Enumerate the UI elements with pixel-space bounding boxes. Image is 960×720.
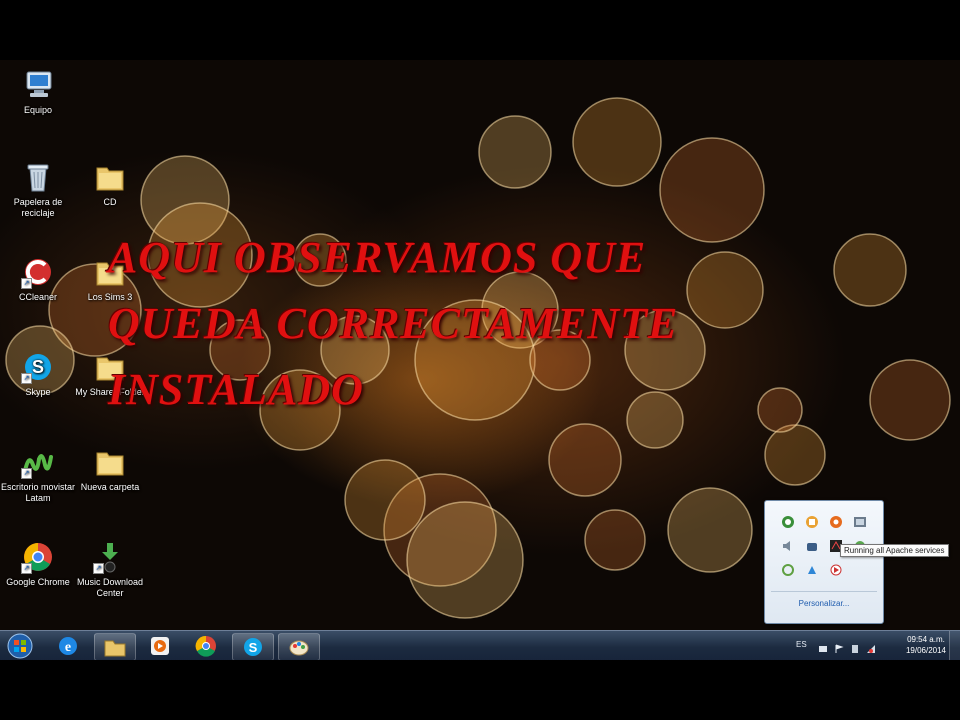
chrome-icon [195,635,216,657]
network-icon[interactable] [805,515,819,529]
clock-date: 19/06/2014 [905,646,946,655]
action-center-icon[interactable] [834,641,844,653]
shortcut-arrow-icon: ↗ [93,563,104,574]
start-button[interactable] [3,632,37,660]
desktop-icon-movistar[interactable]: ↗ Escritorio movistar Latam [0,445,76,504]
bokeh-circle [764,424,826,486]
language-indicator[interactable]: ES [796,640,807,649]
overlay-line: QUEDA CORRECTAMENTE [108,299,679,348]
bokeh-circle [406,501,524,619]
bokeh-circle [572,97,662,187]
computer-icon [21,68,55,102]
taskbar-chrome[interactable] [186,633,226,659]
desktop-icon-equipo[interactable]: Equipo [0,68,76,116]
shortcut-arrow-icon: ↗ [21,563,32,574]
customize-link[interactable]: Personalizar... [765,599,883,608]
desktop-icon-label: Skype [25,387,51,397]
tray-overflow-popup: Personalizar... [764,500,884,624]
desktop-icon-ccleaner[interactable]: ↗ CCleaner [0,255,76,303]
ccleaner-tray-icon[interactable] [805,563,819,577]
desktop-icon-label: Papelera de reciclaje [13,197,63,218]
svg-text:S: S [249,640,258,655]
desktop-icon-skype[interactable]: S ↗ Skype [0,350,76,398]
paint-icon [289,640,309,656]
desktop-icon-chrome[interactable]: ↗ Google Chrome [0,540,76,588]
clock-time: 09:54 a.m. [907,635,945,644]
desktop-icon-papelera[interactable]: Papelera de reciclaje [0,160,76,219]
system-clock[interactable]: 09:54 a.m. 19/06/2014 [906,634,946,656]
desktop-icon-label: Google Chrome [6,577,70,587]
chrome-icon: ↗ [21,540,55,574]
taskbar: e S ES 09:54 a.m. 19/06/2014 [0,630,960,660]
svg-text:e: e [65,640,71,655]
desktop-icon-label: Music Download Center [76,577,144,598]
ccleaner-icon: ↗ [21,255,55,289]
popup-divider [771,591,877,592]
desktop-icon-label: Nueva carpeta [80,482,140,492]
taskbar-skype[interactable]: S [232,633,274,660]
show-desktop-button[interactable] [949,631,960,660]
desktop-icon-label: CD [103,197,117,207]
power-icon[interactable] [850,641,860,653]
desktop-icon-label: Escritorio movistar Latam [0,482,75,503]
bokeh-circle [667,487,753,573]
taskbar-paint[interactable] [278,633,320,660]
taskbar-windows-explorer[interactable] [94,633,136,660]
media-tray-icon[interactable] [829,563,843,577]
show-hidden-icons-button[interactable] [818,641,828,652]
flash-icon[interactable] [805,539,819,553]
notification-area: ES 09:54 a.m. 19/06/2014 [780,631,960,660]
skype-icon: S [244,638,262,656]
skype-icon: S ↗ [21,350,55,384]
overlay-line: INSTALADO [108,365,364,414]
recycle-bin-icon [21,160,55,194]
svg-text:S: S [32,357,44,377]
cloud-icon[interactable] [781,563,795,577]
xampp-icon[interactable] [781,515,795,529]
display-icon[interactable] [853,515,867,529]
apache-tooltip: Running all Apache services [840,544,949,557]
bokeh-circle [344,459,426,541]
shortcut-arrow-icon: ↗ [21,373,32,384]
desktop-icon-cd[interactable]: CD [72,160,148,208]
overlay-line: AQUI OBSERVAMOS QUE [108,233,647,282]
update-icon[interactable] [829,515,843,529]
network-status-icon[interactable] [866,641,876,653]
bokeh-circle [478,115,552,189]
folder-icon [93,445,127,479]
desktop-icon-music-download[interactable]: ↗ Music Download Center [72,540,148,599]
bokeh-circle [869,359,951,441]
shortcut-arrow-icon: ↗ [21,278,32,289]
taskbar-media-player[interactable] [140,633,180,659]
windows-explorer-icon [104,640,126,657]
folder-icon [93,160,127,194]
desktop-icon-label: CCleaner [18,292,58,302]
desktop-icon-label: Equipo [23,105,53,115]
desktop-icon-nueva-carpeta[interactable]: Nueva carpeta [72,445,148,493]
bokeh-circle [548,423,622,497]
media-player-icon [151,637,169,655]
taskbar-internet-explorer[interactable]: e [48,633,88,659]
download-icon: ↗ [93,540,127,574]
overlay-caption: AQUI OBSERVAMOS QUE QUEDA CORRECTAMENTE … [108,225,868,423]
shortcut-arrow-icon: ↗ [21,468,32,479]
internet-explorer-icon: e [59,637,77,655]
bokeh-circle [584,509,646,571]
movistar-icon: ↗ [21,445,55,479]
desktop-screen: Equipo Papelera de reciclaje CD ↗ CClean… [0,60,960,660]
audio-icon[interactable] [781,539,795,553]
